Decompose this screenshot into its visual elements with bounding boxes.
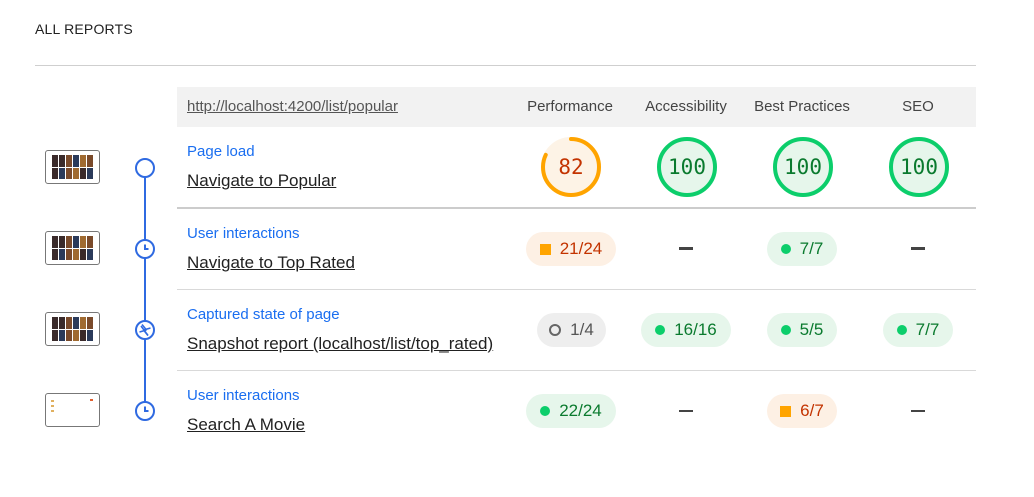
column-performance: Performance [527,98,613,115]
page-title: ALL REPORTS [35,21,133,37]
step-title-link[interactable]: Navigate to Top Rated [187,253,355,273]
no-score-dash [679,247,693,250]
no-score-dash [679,410,693,412]
average-square-icon [539,243,551,255]
accessibility-gauge[interactable]: 100 [655,135,719,199]
row-divider [177,289,976,290]
score-fraction: 22/24 [559,401,602,420]
score-fraction: 5/5 [799,320,824,339]
no-score-dash [911,247,925,250]
step-title-link[interactable]: Search A Movie [187,415,305,435]
pass-dot-icon [540,406,551,416]
score-fraction: 6/7 [800,401,824,420]
timeline-line [144,167,146,411]
best-practices-score-pill[interactable]: 7/7 [767,232,837,266]
step-mode-label: User interactions [187,387,300,404]
clock-icon [135,239,155,259]
seo-gauge[interactable]: 100 [887,135,951,199]
score-fraction: 1/4 [570,320,594,339]
clock-icon [135,401,155,421]
performance-score-pill[interactable]: 21/24 [526,232,616,266]
pass-dot-icon [896,325,907,335]
step-thumbnail[interactable] [45,312,100,346]
table-header: http://localhost:4200/list/popular Perfo… [177,87,976,127]
score-fraction: 21/24 [559,239,603,258]
column-accessibility: Accessibility [645,98,727,115]
gauge-score: 100 [784,155,822,179]
gauge-score: 82 [558,155,584,179]
step-thumbnail[interactable] [45,231,100,265]
row-divider [177,370,976,371]
performance-score-pill[interactable]: 1/4 [537,313,606,347]
average-square-icon [780,405,792,417]
no-score-dash [911,410,925,412]
camera-shutter-icon [135,320,155,340]
step-title-link[interactable]: Navigate to Popular [187,171,336,191]
score-fraction: 7/7 [799,239,824,258]
accessibility-score-pill[interactable]: 16/16 [641,313,731,347]
step-title-link[interactable]: Snapshot report (localhost/list/top_rate… [187,334,493,354]
not-applicable-ring-icon [549,324,562,336]
column-seo: SEO [902,98,934,115]
best-practices-score-pill[interactable]: 6/7 [767,394,837,428]
step-mode-label: Page load [187,143,255,160]
divider [35,65,976,66]
gauge-score: 100 [668,155,706,179]
gauge-score: 100 [900,155,938,179]
performance-gauge[interactable]: 82 [539,135,603,199]
report-url-link[interactable]: http://localhost:4200/list/popular [187,98,398,115]
best-practices-score-pill[interactable]: 5/5 [767,313,837,347]
performance-score-pill[interactable]: 22/24 [526,394,616,428]
step-mode-label: Captured state of page [187,306,340,323]
row-divider [177,207,976,209]
circle-icon [135,158,155,178]
score-fraction: 7/7 [915,320,940,339]
pass-dot-icon [780,325,791,335]
pass-dot-icon [780,244,791,254]
step-thumbnail[interactable] [45,393,100,427]
seo-score-pill[interactable]: 7/7 [883,313,953,347]
step-mode-label: User interactions [187,225,300,242]
step-thumbnail[interactable] [45,150,100,184]
column-best-practices: Best Practices [754,98,850,115]
pass-dot-icon [655,325,666,335]
score-fraction: 16/16 [674,320,717,339]
best-practices-gauge[interactable]: 100 [771,135,835,199]
